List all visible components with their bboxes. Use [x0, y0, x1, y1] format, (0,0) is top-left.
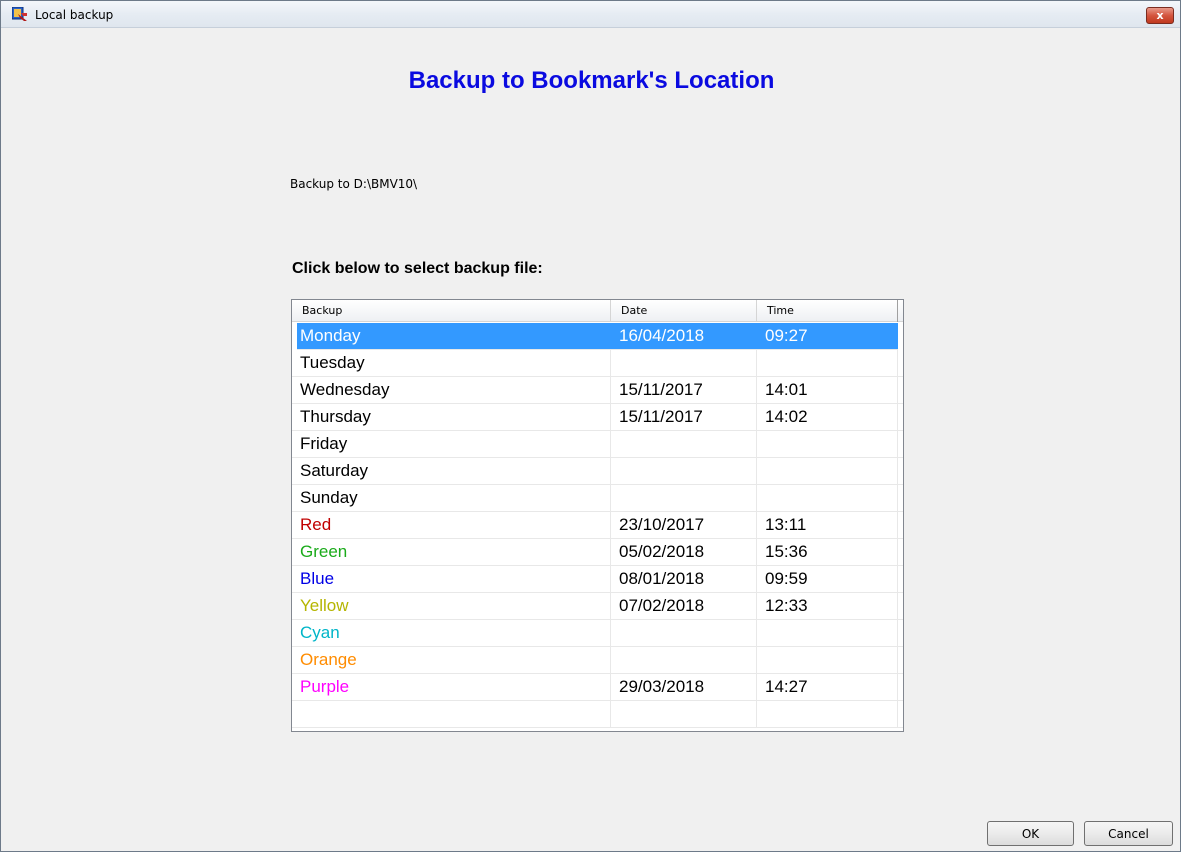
backup-name-cell: Purple — [292, 674, 611, 700]
backup-name-cell: Monday — [297, 323, 611, 349]
window-title: Local backup — [35, 8, 114, 22]
time-cell — [757, 458, 898, 484]
backup-name-cell: Saturday — [292, 458, 611, 484]
list-row[interactable]: Cyan — [292, 620, 903, 647]
list-row[interactable]: Yellow 07/02/2018 12:33 — [292, 593, 903, 620]
title-bar[interactable]: Local backup x — [1, 1, 1180, 28]
list-row[interactable]: Monday 16/04/2018 09:27 — [297, 323, 898, 350]
date-cell: 23/10/2017 — [611, 512, 757, 538]
close-button[interactable]: x — [1146, 7, 1174, 24]
time-cell: 14:02 — [757, 404, 898, 430]
date-cell: 15/11/2017 — [611, 377, 757, 403]
date-cell — [611, 458, 757, 484]
date-cell — [611, 647, 757, 673]
backup-name-cell: Cyan — [292, 620, 611, 646]
list-rows: Monday 16/04/2018 09:27 Tuesday Wednesday 15/… — [292, 323, 903, 728]
date-cell — [611, 350, 757, 376]
backup-list[interactable]: Backup Date Time Monday 16/04/2018 09:27 Tu… — [291, 299, 904, 732]
list-row[interactable]: Green 05/02/2018 15:36 — [292, 539, 903, 566]
page-heading: Backup to Bookmark's Location — [408, 67, 775, 94]
time-cell — [757, 647, 898, 673]
backup-name-cell: Wednesday — [292, 377, 611, 403]
date-cell: 07/02/2018 — [611, 593, 757, 619]
close-icon: x — [1156, 9, 1164, 22]
list-row[interactable]: Blue 08/01/2018 09:59 — [292, 566, 903, 593]
time-cell: 15:36 — [757, 539, 898, 565]
backup-name-cell: Tuesday — [292, 350, 611, 376]
app-icon — [12, 7, 27, 21]
date-cell: 08/01/2018 — [611, 566, 757, 592]
list-row[interactable]: Wednesday 15/11/2017 14:01 — [292, 377, 903, 404]
select-prompt: Click below to select backup file: — [292, 260, 543, 277]
list-row[interactable] — [292, 701, 903, 728]
list-header: Backup Date Time — [292, 300, 903, 322]
ok-button[interactable]: OK — [987, 821, 1074, 846]
time-cell — [757, 701, 898, 727]
time-cell — [757, 620, 898, 646]
column-header-date[interactable]: Date — [611, 300, 757, 322]
time-cell: 14:27 — [757, 674, 898, 700]
backup-name-cell — [292, 701, 611, 727]
list-row[interactable]: Sunday — [292, 485, 903, 512]
column-header-time[interactable]: Time — [757, 300, 898, 322]
list-row[interactable]: Saturday — [292, 458, 903, 485]
backup-name-cell: Yellow — [292, 593, 611, 619]
date-cell — [611, 431, 757, 457]
list-row[interactable]: Red 23/10/2017 13:11 — [292, 512, 903, 539]
date-cell — [611, 701, 757, 727]
list-row[interactable]: Thursday 15/11/2017 14:02 — [292, 404, 903, 431]
time-cell — [757, 485, 898, 511]
backup-name-cell: Blue — [292, 566, 611, 592]
time-cell: 13:11 — [757, 512, 898, 538]
local-backup-dialog: Local backup x Backup to Bookmark's Loca… — [0, 0, 1181, 852]
date-cell: 05/02/2018 — [611, 539, 757, 565]
list-row[interactable]: Friday — [292, 431, 903, 458]
time-cell: 09:27 — [757, 323, 893, 349]
backup-name-cell: Green — [292, 539, 611, 565]
date-cell — [611, 485, 757, 511]
time-cell: 09:59 — [757, 566, 898, 592]
date-cell: 29/03/2018 — [611, 674, 757, 700]
date-cell — [611, 620, 757, 646]
list-row[interactable]: Orange — [292, 647, 903, 674]
list-row[interactable]: Tuesday — [292, 350, 903, 377]
cancel-button[interactable]: Cancel — [1084, 821, 1173, 846]
backup-name-cell: Thursday — [292, 404, 611, 430]
column-header-backup[interactable]: Backup — [292, 300, 611, 322]
backup-name-cell: Sunday — [292, 485, 611, 511]
time-cell: 12:33 — [757, 593, 898, 619]
date-cell: 15/11/2017 — [611, 404, 757, 430]
time-cell: 14:01 — [757, 377, 898, 403]
backup-name-cell: Orange — [292, 647, 611, 673]
backup-path-label: Backup to D:\BMV10\ — [290, 177, 418, 191]
list-row[interactable]: Purple 29/03/2018 14:27 — [292, 674, 903, 701]
time-cell — [757, 350, 898, 376]
backup-name-cell: Friday — [292, 431, 611, 457]
time-cell — [757, 431, 898, 457]
backup-name-cell: Red — [292, 512, 611, 538]
date-cell: 16/04/2018 — [611, 323, 757, 349]
